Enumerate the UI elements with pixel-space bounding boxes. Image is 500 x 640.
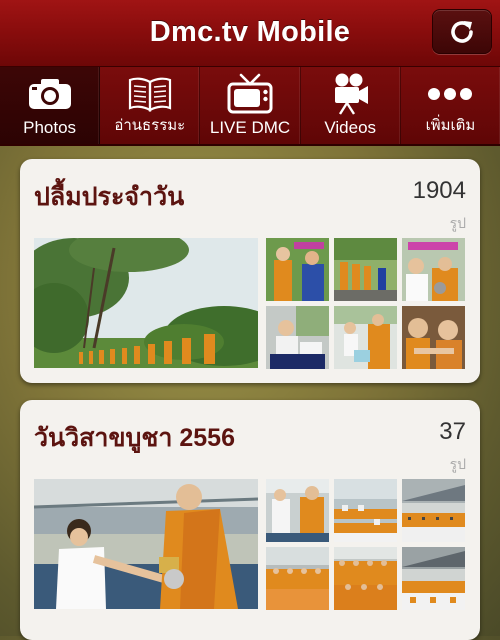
album-thumbnail[interactable] bbox=[334, 306, 397, 369]
album-thumbnail[interactable] bbox=[266, 238, 329, 301]
tab-label: อ่านธรรมะ bbox=[114, 117, 186, 134]
album-card[interactable]: ปลื้มประจำวัน 1904 รูป bbox=[20, 159, 480, 383]
album-photo-count: 37 bbox=[439, 418, 466, 445]
album-cover-photo[interactable] bbox=[34, 238, 258, 368]
album-thumbnail[interactable] bbox=[402, 238, 465, 301]
tab-label: เพิ่มเติม bbox=[425, 117, 476, 134]
album-cover-photo[interactable] bbox=[34, 479, 258, 609]
tab-bar: Photos อ่านธรรมะ LIVE DMC Videos เพิ่มเต… bbox=[0, 67, 500, 146]
tab-label: Photos bbox=[23, 118, 77, 137]
album-thumbnail[interactable] bbox=[334, 479, 397, 542]
book-icon bbox=[128, 77, 171, 112]
tv-icon bbox=[227, 73, 273, 114]
tab-live-dmc[interactable]: LIVE DMC bbox=[200, 67, 301, 144]
tab-more[interactable]: เพิ่มเติม bbox=[401, 67, 500, 144]
album-thumbnail[interactable] bbox=[402, 479, 465, 542]
album-photo-count: 1904 bbox=[412, 177, 466, 204]
app-title: Dmc.tv Mobile bbox=[149, 16, 351, 48]
refresh-icon bbox=[451, 20, 473, 43]
album-thumbnail[interactable] bbox=[334, 547, 397, 610]
album-thumbnail[interactable] bbox=[266, 479, 329, 542]
refresh-button[interactable] bbox=[432, 9, 492, 54]
app-header: Dmc.tv Mobile bbox=[0, 0, 500, 67]
album-count-unit: รูป bbox=[449, 456, 466, 472]
camera-icon bbox=[28, 79, 71, 109]
tab-videos[interactable]: Videos bbox=[301, 67, 401, 144]
more-icon bbox=[428, 88, 473, 100]
album-title: ปลื้มประจำวัน bbox=[34, 183, 185, 211]
album-thumbnail[interactable] bbox=[334, 238, 397, 301]
video-camera-icon bbox=[335, 73, 369, 115]
album-title: วันวิสาขบูชา 2556 bbox=[34, 424, 235, 452]
tab-label: Videos bbox=[324, 118, 377, 137]
album-card[interactable]: วันวิสาขบูชา 2556 37 รูป bbox=[20, 400, 480, 640]
album-count-unit: รูป bbox=[449, 215, 466, 231]
album-thumbnail[interactable] bbox=[266, 306, 329, 369]
album-thumbnail[interactable] bbox=[402, 547, 465, 610]
tab-photos[interactable]: Photos bbox=[0, 67, 101, 144]
album-thumbnail[interactable] bbox=[266, 547, 329, 610]
album-thumbnail[interactable] bbox=[402, 306, 465, 369]
tab-read-dharma[interactable]: อ่านธรรมะ bbox=[100, 67, 201, 144]
tab-label: LIVE DMC bbox=[209, 118, 291, 137]
